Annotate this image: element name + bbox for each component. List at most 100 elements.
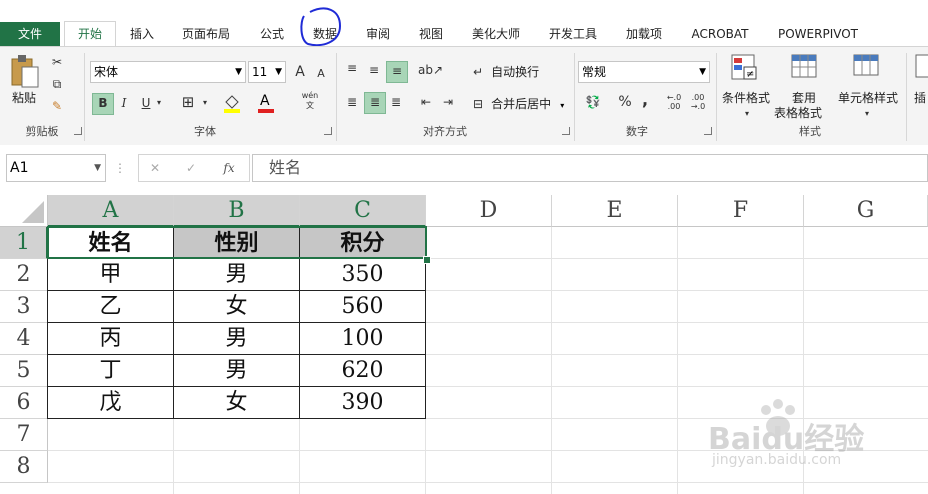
formula-value: 姓名 xyxy=(269,158,302,177)
chevron-down-icon[interactable]: ▾ xyxy=(154,94,164,112)
clipboard-launcher-icon[interactable] xyxy=(74,127,82,135)
row-header-4[interactable]: 4 xyxy=(0,323,48,355)
orientation-icon[interactable]: ab↗ xyxy=(418,61,443,79)
table-cell[interactable]: 丙 xyxy=(48,323,174,355)
comma-style-button[interactable]: , xyxy=(638,91,652,109)
table-cell[interactable]: 男 xyxy=(174,259,300,291)
fill-handle[interactable] xyxy=(423,256,431,264)
formula-input[interactable]: 姓名 xyxy=(252,154,928,182)
table-cell[interactable]: 女 xyxy=(174,291,300,323)
align-center-icon[interactable]: ≣ xyxy=(364,92,386,114)
tab-insert[interactable]: 插入 xyxy=(118,22,166,46)
tab-developer[interactable]: 开发工具 xyxy=(538,22,608,46)
row-header-8[interactable]: 8 xyxy=(0,451,48,483)
tab-meihua[interactable]: 美化大师 xyxy=(462,22,530,46)
column-header-b[interactable]: B xyxy=(174,195,300,227)
number-group-label: 数字 xyxy=(626,125,648,138)
percent-style-button[interactable]: % xyxy=(616,93,634,111)
font-launcher-icon[interactable] xyxy=(324,127,332,135)
chevron-down-icon[interactable]: ▾ xyxy=(862,105,872,123)
wrap-text-button[interactable]: ↵ 自动换行 xyxy=(470,61,539,81)
conditional-formatting-label[interactable]: 条件格式 xyxy=(722,89,770,106)
italic-button[interactable]: I xyxy=(116,94,132,112)
row-header-3[interactable]: 3 xyxy=(0,291,48,323)
align-middle-icon[interactable]: ≡ xyxy=(364,61,384,79)
number-format-select[interactable]: 常规 ▼ xyxy=(578,61,710,83)
paste-button[interactable] xyxy=(8,53,42,93)
underline-button[interactable]: U xyxy=(138,94,154,112)
copy-icon[interactable]: ⧉ xyxy=(48,75,66,93)
row-header-1[interactable]: 1 xyxy=(0,227,48,259)
cancel-icon[interactable]: ✕ xyxy=(147,159,163,177)
cell-styles-label[interactable]: 单元格样式 xyxy=(838,89,898,106)
table-cell[interactable]: 350 xyxy=(300,259,426,291)
table-cell[interactable]: 男 xyxy=(174,323,300,355)
tab-file[interactable]: 文件 xyxy=(0,22,60,46)
table-cell[interactable]: 390 xyxy=(300,387,426,419)
column-header-d[interactable]: D xyxy=(426,195,552,227)
column-header-a[interactable]: A xyxy=(48,195,174,227)
name-box[interactable]: A1 ▼ xyxy=(6,154,106,182)
phonetic-guide-icon[interactable]: wén 文 xyxy=(298,91,322,111)
insert-function-icon[interactable]: fx xyxy=(219,159,239,177)
conditional-formatting-icon[interactable]: ≠ xyxy=(730,53,760,83)
font-color-icon[interactable]: A xyxy=(256,93,276,113)
tab-powerpivot[interactable]: POWERPIVOT xyxy=(768,22,868,46)
tab-review[interactable]: 审阅 xyxy=(354,22,402,46)
cell-styles-icon[interactable] xyxy=(852,53,882,83)
cut-icon[interactable]: ✂ xyxy=(48,53,66,71)
align-left-icon[interactable]: ≣ xyxy=(342,93,362,111)
tab-page-layout[interactable]: 页面布局 xyxy=(172,22,240,46)
table-cell[interactable]: 560 xyxy=(300,291,426,323)
merge-center-button[interactable]: ⊟ 合并后居中 ▾ xyxy=(470,93,564,113)
enter-icon[interactable]: ✓ xyxy=(183,159,199,177)
tab-addins[interactable]: 加载项 xyxy=(616,22,672,46)
row-header-7[interactable]: 7 xyxy=(0,419,48,451)
column-header-f[interactable]: F xyxy=(678,195,804,227)
grow-font-icon[interactable]: A xyxy=(292,63,308,81)
table-cell[interactable]: 丁 xyxy=(48,355,174,387)
chevron-down-icon[interactable]: ▾ xyxy=(200,94,210,112)
tab-acrobat[interactable]: ACROBAT xyxy=(680,22,760,46)
row-header-2[interactable]: 2 xyxy=(0,259,48,291)
column-header-e[interactable]: E xyxy=(552,195,678,227)
font-name-select[interactable]: 宋体 ▼ xyxy=(90,61,246,83)
borders-icon[interactable]: ⊞ xyxy=(178,93,198,111)
name-box-value: A1 xyxy=(10,160,29,176)
alignment-launcher-icon[interactable] xyxy=(562,127,570,135)
row-header-6[interactable]: 6 xyxy=(0,387,48,419)
accounting-format-icon[interactable]: 💱 xyxy=(582,93,604,111)
align-right-icon[interactable]: ≣ xyxy=(386,93,406,111)
tab-home[interactable]: 开始 xyxy=(64,21,116,46)
align-top-icon[interactable]: ≡ xyxy=(342,59,362,77)
increase-indent-icon[interactable]: ⇥ xyxy=(438,93,458,111)
decrease-decimal-icon[interactable]: .00 →.0 xyxy=(688,93,708,111)
bold-button[interactable]: B xyxy=(92,93,114,115)
table-cell[interactable]: 男 xyxy=(174,355,300,387)
increase-decimal-icon[interactable]: ←.0.00 xyxy=(664,93,684,111)
tab-view[interactable]: 视图 xyxy=(408,22,454,46)
table-cell[interactable]: 100 xyxy=(300,323,426,355)
format-painter-icon[interactable]: ✎ xyxy=(48,97,66,115)
table-cell[interactable]: 甲 xyxy=(48,259,174,291)
fill-color-icon[interactable] xyxy=(222,93,242,113)
align-bottom-icon[interactable]: ≡ xyxy=(386,61,408,83)
format-as-table-label-2[interactable]: 表格格式 xyxy=(774,104,822,121)
select-all-button[interactable] xyxy=(0,195,48,227)
table-cell[interactable]: 620 xyxy=(300,355,426,387)
table-cell[interactable]: 乙 xyxy=(48,291,174,323)
number-launcher-icon[interactable] xyxy=(704,127,712,135)
column-header-g[interactable]: G xyxy=(804,195,928,227)
table-cell[interactable]: 戊 xyxy=(48,387,174,419)
insert-cells-label[interactable]: 插 xyxy=(914,89,926,106)
font-size-select[interactable]: 11 ▼ xyxy=(248,61,286,83)
shrink-font-icon[interactable]: A xyxy=(314,65,328,83)
decrease-indent-icon[interactable]: ⇤ xyxy=(416,93,436,111)
column-header-c[interactable]: C xyxy=(300,195,426,227)
chevron-down-icon[interactable]: ▾ xyxy=(742,105,752,123)
table-cell[interactable]: 女 xyxy=(174,387,300,419)
insert-cells-icon[interactable] xyxy=(914,53,928,83)
format-as-table-icon[interactable] xyxy=(790,53,820,83)
tab-formulas[interactable]: 公式 xyxy=(248,22,296,46)
row-header-5[interactable]: 5 xyxy=(0,355,48,387)
